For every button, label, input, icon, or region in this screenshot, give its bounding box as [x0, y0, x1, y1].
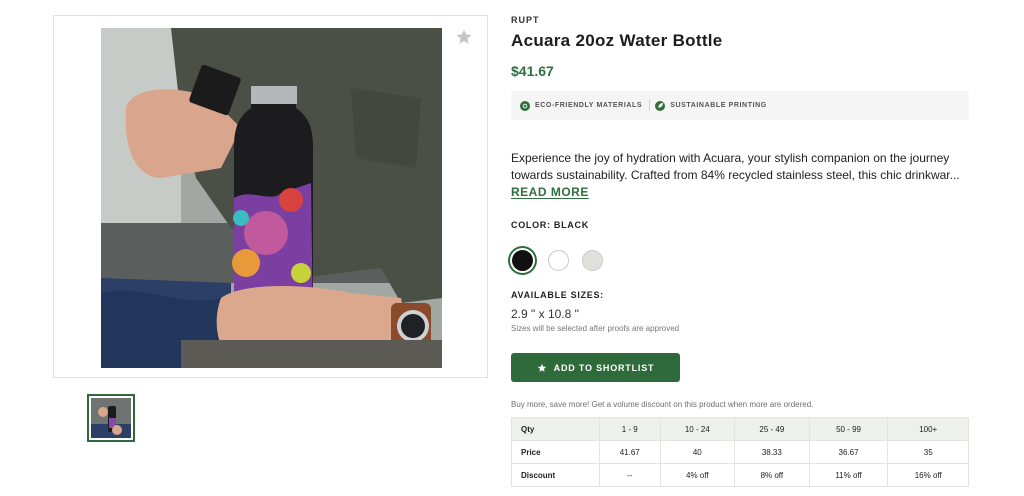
table-header-cell: 100+	[887, 417, 969, 441]
shortlist-label: ADD TO SHORTLIST	[553, 362, 655, 373]
table-row: Discount -- 4% off 8% off 11% off 16% of…	[511, 463, 969, 487]
add-to-shortlist-button[interactable]: ADD TO SHORTLIST	[511, 353, 680, 382]
table-header-row: Qty 1 - 9 10 - 24 25 - 49 50 - 99 100+	[511, 417, 969, 441]
table-cell: Discount	[511, 463, 600, 487]
read-more-link[interactable]: READ MORE	[511, 185, 589, 199]
table-header-cell: 25 - 49	[734, 417, 810, 441]
size-note: Sizes will be selected after proofs are …	[511, 324, 680, 333]
description-line: towards sustainability. Crafted from 84%…	[511, 168, 960, 182]
product-thumbnail[interactable]	[87, 394, 135, 442]
size-value: 2.9 " x 10.8 "	[511, 307, 579, 321]
star-icon	[537, 363, 546, 372]
favorite-star-icon[interactable]	[455, 28, 473, 46]
badge-eco-friendly: ECO-FRIENDLY MATERIALS	[520, 100, 643, 111]
color-swatch-black[interactable]	[512, 250, 533, 271]
product-photo[interactable]	[101, 28, 442, 368]
table-header-cell: 50 - 99	[808, 417, 889, 441]
description-line: Experience the joy of hydration with Acu…	[511, 151, 950, 165]
table-cell: 8% off	[734, 463, 810, 487]
table-header-cell: 1 - 9	[599, 417, 661, 441]
table-cell: 36.67	[808, 440, 889, 464]
table-cell: 11% off	[808, 463, 889, 487]
eco-icon	[520, 100, 530, 111]
volume-pricing-table: Qty 1 - 9 10 - 24 25 - 49 50 - 99 100+ P…	[511, 417, 969, 487]
product-image-frame	[53, 15, 488, 378]
table-cell: 41.67	[599, 440, 661, 464]
table-header-cell: Qty	[511, 417, 600, 441]
table-cell: 4% off	[659, 463, 736, 487]
table-cell: 40	[659, 440, 736, 464]
badge-sustainable-printing: SUSTAINABLE PRINTING	[655, 100, 767, 111]
eco-badges-bar: ECO-FRIENDLY MATERIALS SUSTAINABLE PRINT…	[511, 91, 969, 120]
table-cell: 35	[887, 440, 969, 464]
color-swatch-white[interactable]	[548, 250, 569, 271]
badge-label: ECO-FRIENDLY MATERIALS	[535, 102, 643, 109]
badge-label: SUSTAINABLE PRINTING	[670, 102, 767, 109]
table-header-cell: 10 - 24	[659, 417, 736, 441]
sizes-label: AVAILABLE SIZES:	[511, 290, 604, 300]
table-cell: --	[599, 463, 661, 487]
product-description: Experience the joy of hydration with Acu…	[511, 150, 971, 184]
brand-name[interactable]: RUPT	[511, 15, 540, 25]
table-row: Price 41.67 40 38.33 36.67 35	[511, 440, 969, 464]
color-swatch-gray[interactable]	[582, 250, 603, 271]
product-price: $41.67	[511, 63, 554, 79]
table-cell: 16% off	[887, 463, 969, 487]
product-title: Acuara 20oz Water Bottle	[511, 31, 723, 50]
badge-divider	[649, 100, 651, 111]
table-cell: Price	[511, 440, 600, 464]
leaf-icon	[655, 100, 666, 111]
volume-discount-note: Buy more, save more! Get a volume discou…	[511, 400, 814, 409]
color-label: COLOR: BLACK	[511, 220, 589, 230]
table-cell: 38.33	[734, 440, 810, 464]
